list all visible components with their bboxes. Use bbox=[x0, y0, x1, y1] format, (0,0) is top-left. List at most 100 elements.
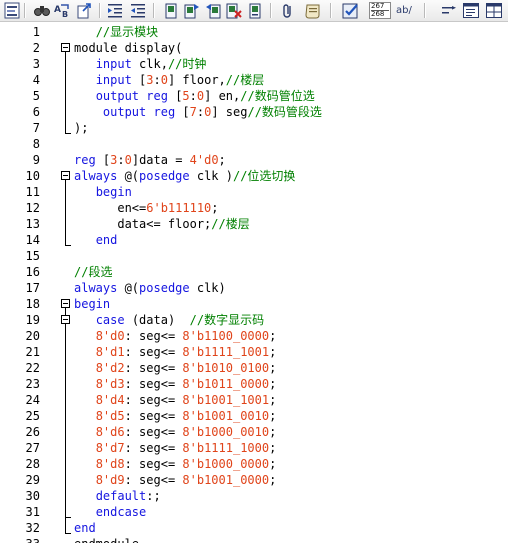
code-line[interactable]: 9 reg [3:0]data = 4'd0; bbox=[0, 152, 508, 168]
code-line[interactable]: 20 8'd0: seg<= 8'b1100_0000; bbox=[0, 328, 508, 344]
keyword-token: always bbox=[74, 281, 118, 295]
code-line[interactable]: 4 input [3:0] floor,//楼层 bbox=[0, 72, 508, 88]
macro-icon[interactable] bbox=[303, 2, 323, 19]
code-line[interactable]: 11 begin bbox=[0, 184, 508, 200]
comment-token: //位选切换 bbox=[232, 169, 296, 183]
keyword-token: output bbox=[95, 89, 140, 103]
number-token: 8'd7 bbox=[95, 441, 125, 455]
indent-icon[interactable] bbox=[106, 2, 124, 19]
code-line[interactable]: 16 //段选 bbox=[0, 264, 508, 280]
text-token: ; bbox=[218, 153, 226, 167]
text-token: ); bbox=[74, 121, 89, 135]
code-line[interactable]: 12 en<=6'b111110; bbox=[0, 200, 508, 216]
wrap-icon[interactable] bbox=[440, 2, 458, 19]
code-line[interactable]: 26 8'd6: seg<= 8'b1000_0010; bbox=[0, 424, 508, 440]
code-line[interactable]: 23 8'd3: seg<= 8'b1011_0000; bbox=[0, 376, 508, 392]
code-area[interactable]: 1 //显示模块 2 module display(3 input clk,//时钟… bbox=[0, 22, 508, 543]
code-line[interactable]: 1 //显示模块 bbox=[0, 24, 508, 40]
line-number: 17 bbox=[25, 281, 40, 295]
table-icon[interactable] bbox=[485, 2, 503, 19]
text-token: : seg<= bbox=[124, 441, 183, 455]
code-line[interactable]: 30 default:; bbox=[0, 488, 508, 504]
toolbar-separator bbox=[99, 3, 101, 18]
code-line[interactable]: 24 8'd4: seg<= 8'b1001_1001; bbox=[0, 392, 508, 408]
code-text: end bbox=[74, 232, 118, 248]
number-token: 8'd3 bbox=[95, 377, 125, 391]
text-token: :; bbox=[146, 489, 161, 503]
abbrev-icon[interactable]: ab/ bbox=[396, 2, 414, 19]
code-line[interactable]: 7); bbox=[0, 120, 508, 136]
bookmark-toggle-icon[interactable] bbox=[162, 2, 180, 19]
number-token: 8'b1111_1000 bbox=[182, 441, 270, 455]
text-token: ; bbox=[269, 361, 277, 375]
toolbar-separator bbox=[330, 3, 332, 18]
code-line[interactable]: 3 input clk,//时钟 bbox=[0, 56, 508, 72]
line-number: 32 bbox=[25, 521, 40, 535]
code-line[interactable]: 21 8'd1: seg<= 8'b1111_1001; bbox=[0, 344, 508, 360]
text-token: ; bbox=[211, 201, 219, 215]
line-number: 7 bbox=[32, 121, 40, 135]
line-number: 26 bbox=[25, 425, 40, 439]
code-text: case (data) //数字显示码 bbox=[74, 312, 264, 328]
text-token: @( bbox=[117, 281, 140, 295]
line-number: 8 bbox=[32, 137, 40, 151]
code-line[interactable]: 10 always @(posedge clk )//位选切换 bbox=[0, 168, 508, 184]
bookmark-list-icon[interactable] bbox=[246, 2, 264, 19]
code-line[interactable]: 22 8'd2: seg<= 8'b1010_0100; bbox=[0, 360, 508, 376]
code-line[interactable]: 5 output reg [5:0] en,//数码管位选 bbox=[0, 88, 508, 104]
number-convert-icon[interactable]: 267 268 bbox=[369, 2, 391, 19]
line-number: 12 bbox=[25, 201, 40, 215]
code-line[interactable]: 14 end bbox=[0, 232, 508, 248]
check-icon[interactable] bbox=[341, 2, 361, 19]
line-number: 29 bbox=[25, 473, 40, 487]
code-line[interactable]: 13 data<= floor;//楼层 bbox=[0, 216, 508, 232]
comment-token: //楼层 bbox=[211, 217, 250, 231]
code-text: begin bbox=[74, 296, 110, 312]
code-line[interactable]: 18 begin bbox=[0, 296, 508, 312]
text-token: ; bbox=[269, 409, 277, 423]
find-icon[interactable] bbox=[33, 2, 51, 19]
replace-icon[interactable]: AB bbox=[53, 2, 73, 19]
bookmark-prev-icon[interactable] bbox=[204, 2, 222, 19]
code-text: reg [3:0]data = 4'd0; bbox=[74, 152, 226, 168]
line-number: 14 bbox=[25, 233, 40, 247]
goto-icon[interactable] bbox=[76, 2, 94, 19]
text-token: [ bbox=[175, 105, 190, 119]
toolbar: AB 267 268 ab/ bbox=[0, 0, 508, 22]
code-text: data<= floor;//楼层 bbox=[74, 216, 250, 232]
code-line[interactable]: 2 module display( bbox=[0, 40, 508, 56]
abbrev-label: ab/ bbox=[396, 5, 412, 16]
text-token: ; bbox=[269, 393, 277, 407]
attach-icon[interactable] bbox=[281, 2, 295, 19]
code-line[interactable]: 19 case (data) //数字显示码 bbox=[0, 312, 508, 328]
code-line[interactable]: 31 endcase bbox=[0, 504, 508, 520]
bookmark-clear-icon[interactable] bbox=[225, 2, 243, 19]
code-line[interactable]: 27 8'd7: seg<= 8'b1111_1000; bbox=[0, 440, 508, 456]
text-token: (data) bbox=[124, 313, 190, 327]
document-icon[interactable] bbox=[462, 2, 480, 19]
code-line[interactable]: 32 end bbox=[0, 520, 508, 536]
number-token: 3 bbox=[146, 73, 154, 87]
outdent-icon[interactable] bbox=[129, 2, 147, 19]
editor-icon[interactable] bbox=[3, 2, 21, 19]
code-line[interactable]: 28 8'd8: seg<= 8'b1000_0000; bbox=[0, 456, 508, 472]
code-line[interactable]: 33 endmodule bbox=[0, 536, 508, 543]
code-editor[interactable]: 1 //显示模块 2 module display(3 input clk,//时钟… bbox=[0, 22, 508, 543]
code-line[interactable]: 15 bbox=[0, 248, 508, 264]
comment-token: //时钟 bbox=[167, 57, 207, 71]
code-line[interactable]: 29 8'd9: seg<= 8'b1001_0000; bbox=[0, 472, 508, 488]
number-token: 8'b1001_0000 bbox=[182, 473, 270, 487]
code-line[interactable]: 17 always @(posedge clk) bbox=[0, 280, 508, 296]
code-line[interactable]: 8 bbox=[0, 136, 508, 152]
text-token: ; bbox=[269, 377, 277, 391]
code-line[interactable]: 6 output reg [7:0] seg//数码管段选 bbox=[0, 104, 508, 120]
line-number: 18 bbox=[25, 297, 40, 311]
bookmark-next-icon[interactable] bbox=[183, 2, 201, 19]
code-line[interactable]: 25 8'd5: seg<= 8'b1001_0010; bbox=[0, 408, 508, 424]
